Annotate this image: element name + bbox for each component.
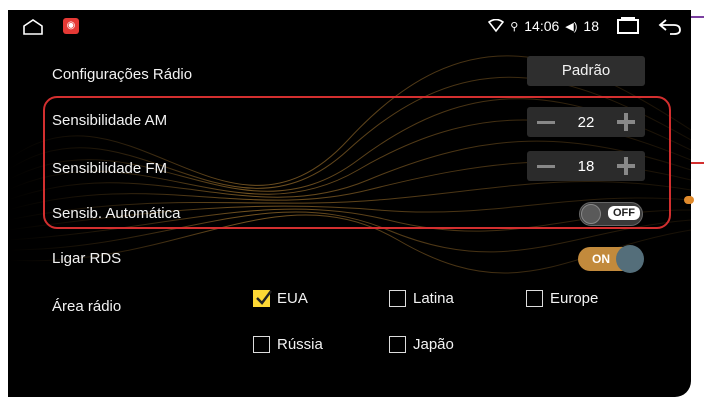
region-option-europe[interactable]: Europe bbox=[526, 290, 598, 307]
wifi-icon bbox=[488, 19, 505, 33]
status-bar: ◉ ⚲ 14:06 ◀) 18 bbox=[8, 10, 691, 44]
region-option-latina[interactable]: Latina bbox=[389, 290, 454, 307]
volume-icon: ◀) bbox=[565, 20, 578, 33]
region-option-russia[interactable]: Rússia bbox=[253, 336, 323, 353]
rds-toggle[interactable]: ON bbox=[578, 245, 644, 273]
checkbox[interactable] bbox=[253, 336, 270, 353]
minus-icon[interactable] bbox=[537, 164, 555, 168]
region-option-japao[interactable]: Japão bbox=[389, 336, 454, 353]
side-line-mid bbox=[691, 162, 704, 164]
region-label: Rússia bbox=[277, 336, 323, 353]
recent-apps-icon[interactable] bbox=[615, 17, 641, 35]
checkbox[interactable] bbox=[526, 290, 543, 307]
am-sensitivity-label: Sensibilidade AM bbox=[52, 112, 168, 129]
toggle-knob bbox=[616, 245, 644, 273]
fm-sensitivity-label: Sensibilidade FM bbox=[52, 160, 168, 177]
region-label: Europe bbox=[550, 290, 599, 307]
orange-dot bbox=[684, 196, 694, 204]
rds-label: Ligar RDS bbox=[52, 250, 122, 267]
plus-icon[interactable] bbox=[617, 113, 635, 131]
default-button[interactable]: Padrão bbox=[527, 56, 645, 86]
back-icon[interactable] bbox=[657, 17, 683, 35]
plus-icon[interactable] bbox=[617, 157, 635, 175]
toggle-state-label: ON bbox=[592, 252, 610, 266]
radio-app-icon[interactable]: ◉ bbox=[63, 18, 79, 34]
home-icon[interactable] bbox=[22, 18, 44, 36]
radio-area-label: Área rádio bbox=[52, 298, 122, 315]
checkbox[interactable] bbox=[389, 336, 406, 353]
fm-sensitivity-stepper[interactable]: 18 bbox=[527, 151, 645, 181]
toggle-knob bbox=[581, 204, 601, 224]
auto-sensitivity-label: Sensib. Automática bbox=[52, 205, 181, 222]
volume-level: 18 bbox=[583, 18, 599, 34]
checkbox[interactable] bbox=[253, 290, 272, 307]
minus-icon[interactable] bbox=[537, 120, 555, 124]
am-sensitivity-value: 22 bbox=[577, 113, 595, 131]
radio-settings-title: Configurações Rádio bbox=[52, 66, 193, 83]
auto-sensitivity-toggle[interactable]: OFF bbox=[579, 202, 643, 226]
fm-sensitivity-value: 18 bbox=[577, 157, 595, 175]
region-option-eua[interactable]: EUA bbox=[253, 290, 308, 307]
checkbox[interactable] bbox=[389, 290, 406, 307]
screen: ◉ ⚲ 14:06 ◀) 18 Configurações Rádio Padr… bbox=[8, 10, 691, 397]
region-label: Latina bbox=[413, 290, 454, 307]
side-line-top bbox=[691, 16, 704, 18]
region-label: Japão bbox=[413, 336, 454, 353]
clock: 14:06 bbox=[524, 18, 560, 34]
region-label: EUA bbox=[277, 290, 308, 307]
am-sensitivity-stepper[interactable]: 22 bbox=[527, 107, 645, 137]
location-icon: ⚲ bbox=[510, 20, 519, 33]
toggle-state-label: OFF bbox=[608, 206, 640, 220]
